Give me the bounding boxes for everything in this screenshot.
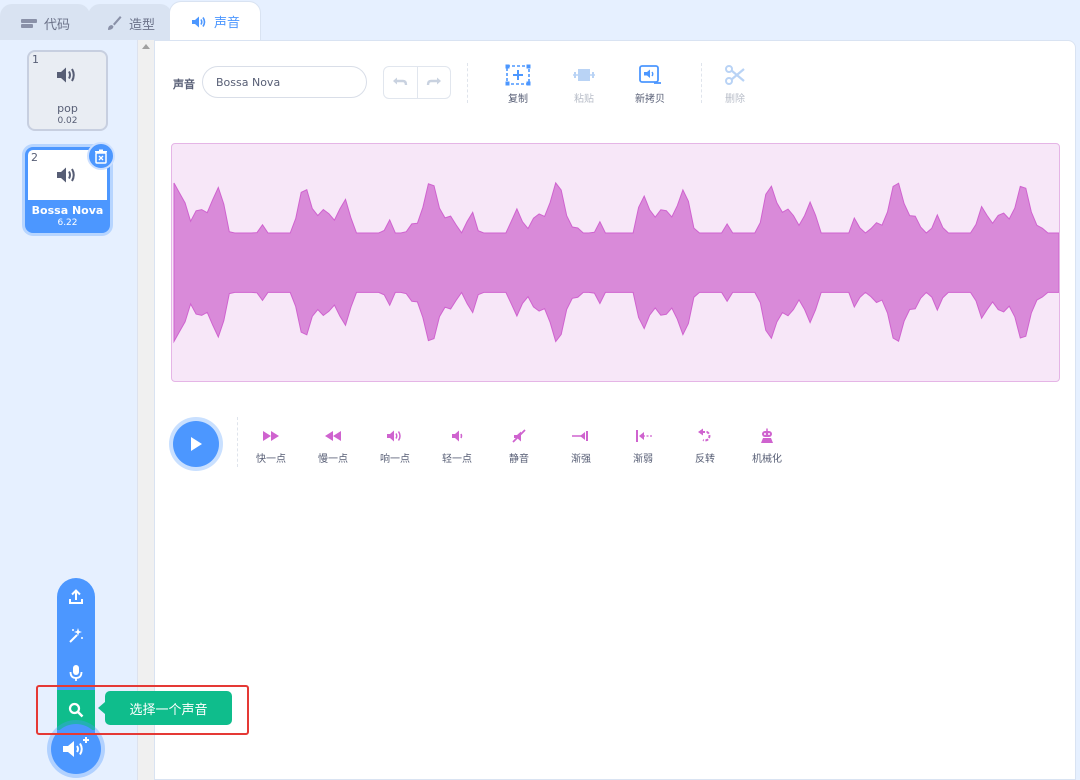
effect-faster-button[interactable]: 快一点 [248, 427, 294, 465]
paste-icon [559, 63, 609, 87]
paste-button[interactable]: 粘贴 [559, 63, 609, 105]
volume-up-icon [372, 427, 418, 445]
tab-code-label: 代码 [43, 17, 70, 33]
effect-label: 快一点 [256, 454, 286, 465]
waveform-shape [173, 181, 1059, 344]
tab-costumes-label: 造型 [128, 17, 155, 33]
brush-icon [107, 16, 122, 30]
paste-label: 粘贴 [574, 94, 594, 105]
undo-icon [393, 77, 408, 85]
code-icon [20, 19, 37, 28]
effect-fade-in-button[interactable]: 渐强 [558, 427, 604, 465]
effect-label: 机械化 [752, 454, 782, 465]
sound-name-input[interactable]: Bossa Nova [202, 66, 367, 98]
effect-label: 渐弱 [633, 454, 653, 465]
effect-label: 静音 [509, 454, 529, 465]
rewind-icon [310, 427, 356, 445]
waveform [173, 181, 1059, 344]
effect-slower-button[interactable]: 慢一点 [310, 427, 356, 465]
play-button[interactable] [173, 421, 219, 467]
waveform-canvas[interactable] [171, 143, 1060, 382]
effect-robot-button[interactable]: 机械化 [744, 427, 790, 465]
robot-icon [744, 427, 790, 445]
redo-icon [426, 77, 441, 85]
surprise-icon [69, 628, 83, 643]
reverse-icon [682, 427, 728, 445]
undo-button[interactable] [384, 67, 417, 98]
sound-number: 1 [32, 53, 39, 66]
effect-fade-out-button[interactable]: 渐弱 [620, 427, 666, 465]
scissors-icon [710, 63, 760, 87]
scroll-up-arrow-icon[interactable] [142, 44, 150, 49]
sound-item-pop[interactable]: 1 pop 0.02 [27, 50, 108, 131]
play-icon [191, 437, 202, 451]
copy-button[interactable]: 复制 [493, 63, 543, 105]
tab-code[interactable]: 代码 [0, 4, 90, 41]
surprise-button[interactable] [57, 616, 95, 654]
delete-label: 删除 [725, 94, 745, 105]
add-sound-icon [63, 737, 89, 757]
delete-button[interactable]: 删除 [710, 63, 760, 105]
fade-in-icon [558, 427, 604, 445]
annotation-highlight-box [36, 685, 249, 735]
fade-out-icon [620, 427, 666, 445]
volume-down-icon [434, 427, 480, 445]
effect-label: 轻一点 [442, 454, 472, 465]
speaker-icon [191, 16, 206, 27]
copy-to-new-icon [625, 63, 675, 87]
effect-label: 慢一点 [318, 454, 348, 465]
effect-louder-button[interactable]: 响一点 [372, 427, 418, 465]
fast-forward-icon [248, 427, 294, 445]
copy-to-new-button[interactable]: 新拷贝 [625, 63, 675, 105]
effect-label: 渐强 [571, 454, 591, 465]
trash-icon [95, 149, 107, 164]
copy-icon [493, 63, 543, 87]
effects-divider [237, 417, 238, 467]
tab-costumes[interactable]: 造型 [88, 4, 172, 41]
upload-icon [69, 589, 83, 604]
editor-tabs: 代码 造型 声音 [0, 0, 1080, 41]
redo-button[interactable] [416, 67, 451, 98]
sound-name-label: 声音 [173, 78, 195, 91]
microphone-icon [69, 665, 83, 681]
sound-number: 2 [31, 151, 38, 164]
effect-mute-button[interactable]: 静音 [496, 427, 542, 465]
mute-icon [496, 427, 542, 445]
tab-sounds-label: 声音 [213, 16, 240, 31]
effect-label: 反转 [695, 454, 715, 465]
sound-name: Bossa Nova [31, 204, 104, 217]
copy-to-new-label: 新拷贝 [635, 94, 665, 105]
undo-redo-group [383, 66, 451, 99]
sound-duration: 0.02 [57, 116, 78, 126]
sound-list-scrollbar[interactable] [137, 40, 154, 780]
toolbar-divider [701, 63, 702, 103]
speaker-icon [29, 52, 106, 96]
sound-duration: 6.22 [57, 218, 78, 228]
effect-softer-button[interactable]: 轻一点 [434, 427, 480, 465]
sound-item-bossa-nova[interactable]: 2 Bossa Nova 6.22 [25, 142, 115, 233]
sound-name: pop [57, 102, 78, 115]
toolbar-divider [467, 63, 468, 103]
copy-label: 复制 [508, 94, 528, 105]
tab-sounds[interactable]: 声音 [169, 1, 261, 41]
upload-sound-button[interactable] [57, 578, 95, 616]
delete-sound-button[interactable] [87, 142, 115, 170]
effect-label: 响一点 [380, 454, 410, 465]
effect-reverse-button[interactable]: 反转 [682, 427, 728, 465]
sound-editor: 声音 Bossa Nova 复制 粘贴 新拷贝 删除 快一点 慢一点 响一点 轻… [154, 40, 1076, 780]
